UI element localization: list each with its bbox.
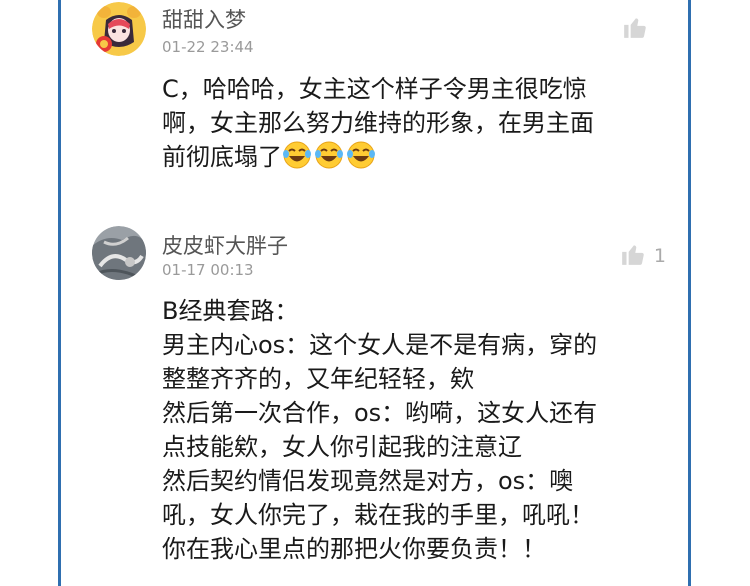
laughing-tears-emoji — [282, 140, 312, 179]
comment-text: B经典套路： 男主内心os：这个女人是不是有病，穿的 整整齐齐的，又年纪轻轻，欸… — [162, 294, 662, 566]
comment-item: 皮皮虾大胖子 01-17 00:13 1 B经典套路： 男主内心os：这个女人是… — [62, 222, 688, 586]
username[interactable]: 皮皮虾大胖子 — [162, 230, 288, 260]
like-button[interactable] — [622, 14, 656, 44]
comment-item: 甜甜入梦 01-22 23:44 C，哈哈哈，女主这个样子令男主很吃惊 啊，女主… — [62, 0, 688, 210]
laughing-tears-emoji — [346, 140, 376, 179]
thumbs-up-icon — [620, 241, 646, 271]
timestamp: 01-17 00:13 — [162, 261, 254, 279]
comment-line: 男主内心os：这个女人是不是有病，穿的 — [162, 331, 598, 359]
comment-line: 啊，女主那么努力维持的形象，在男主面 — [162, 109, 594, 137]
frame-border-left — [58, 0, 61, 586]
comment-line: 前彻底塌了 — [162, 143, 282, 171]
comment-line: 点技能欸，女人你引起我的注意辽 — [162, 433, 522, 461]
timestamp: 01-22 23:44 — [162, 38, 254, 56]
comment-line-with-emoji: 前彻底塌了 — [162, 140, 662, 179]
comment-line: B经典套路： — [162, 297, 299, 325]
username[interactable]: 甜甜入梦 — [162, 4, 246, 34]
frame-border-right — [688, 0, 691, 586]
laughing-tears-emoji — [314, 140, 344, 179]
avatar[interactable] — [92, 226, 146, 280]
comment-line: 吼，女人你完了，栽在我的手里，吼吼！ — [162, 501, 594, 529]
like-count: 1 — [653, 245, 666, 267]
comment-line: 然后第一次合作，os：哟嗬，这女人还有 — [162, 399, 598, 427]
comment-line: 你在我心里点的那把火你要负责！！ — [162, 535, 546, 563]
comment-line: C，哈哈哈，女主这个样子令男主很吃惊 — [162, 75, 587, 103]
avatar[interactable] — [92, 2, 146, 56]
thumbs-up-icon — [622, 14, 648, 44]
comment-line: 然后契约情侣发现竟然是对方，os：噢 — [162, 467, 574, 495]
comment-text: C，哈哈哈，女主这个样子令男主很吃惊 啊，女主那么努力维持的形象，在男主面 前彻… — [162, 72, 662, 179]
comment-line: 整整齐齐的，又年纪轻轻，欸 — [162, 365, 474, 393]
like-button[interactable]: 1 — [620, 241, 666, 271]
